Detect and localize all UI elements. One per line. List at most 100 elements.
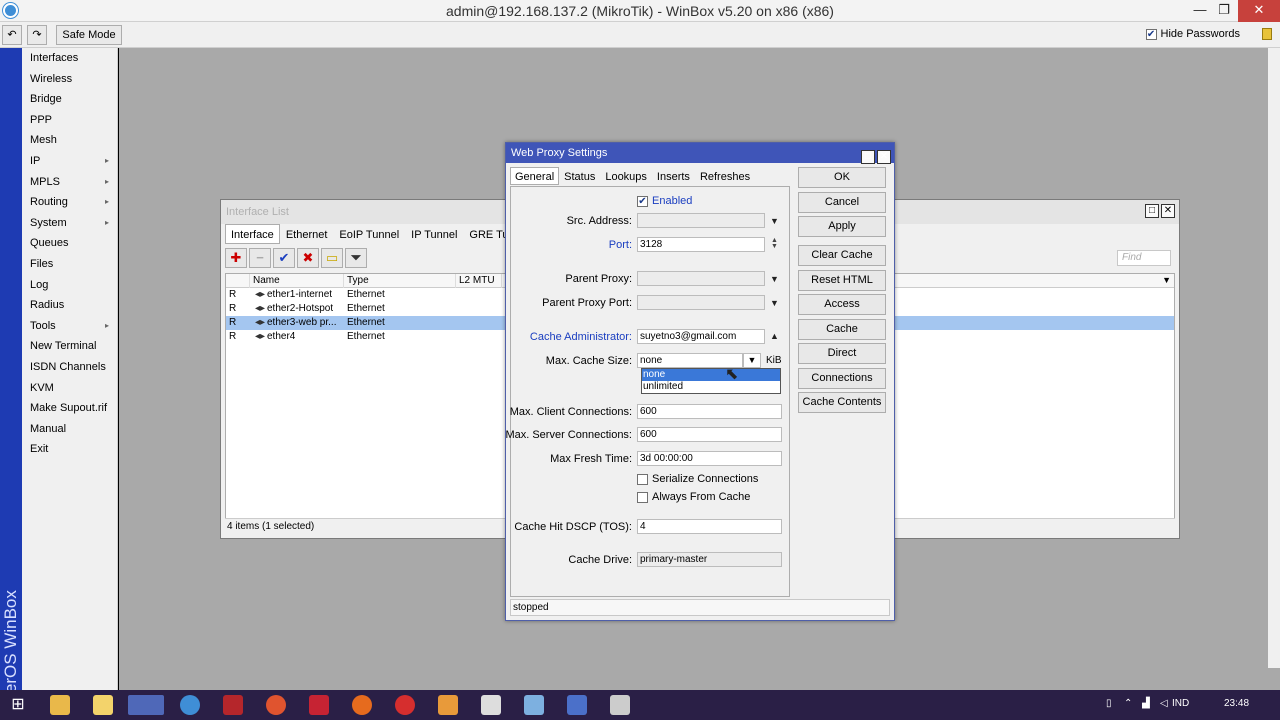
undo-button[interactable]: ↶ (2, 25, 22, 45)
sidebar-item-wireless[interactable]: Wireless (22, 69, 117, 90)
serialize-checkbox[interactable] (637, 473, 648, 485)
src-address-field[interactable] (637, 213, 765, 228)
ok-button[interactable]: OK (798, 167, 886, 188)
tab-inserts[interactable]: Inserts (652, 167, 695, 185)
firefox-icon[interactable] (352, 695, 372, 715)
folder-icon[interactable] (93, 695, 113, 715)
close-icon[interactable]: ✕ (877, 150, 891, 164)
sidebar-item-manual[interactable]: Manual (22, 419, 117, 440)
comment-icon[interactable]: ▭ (321, 248, 343, 268)
dropdown-arrow-icon[interactable]: ▼ (770, 274, 779, 284)
cache-drive-field[interactable]: primary-master (637, 552, 782, 567)
volume-icon[interactable]: ◁ (1160, 698, 1168, 709)
tab-ethernet[interactable]: Ethernet (280, 224, 334, 244)
col-flag[interactable] (226, 274, 250, 288)
direct-button[interactable]: Direct (798, 343, 886, 364)
hide-passwords-toggle[interactable]: ✔ Hide Passwords (1145, 28, 1240, 40)
sidebar-item-mesh[interactable]: Mesh (22, 130, 117, 151)
dropdown-arrow-icon[interactable]: ▼ (770, 216, 779, 226)
serialize-connections-toggle[interactable]: Serialize Connections (637, 473, 758, 485)
sidebar-item-interfaces[interactable]: Interfaces (22, 48, 117, 69)
cancel-button[interactable]: Cancel (798, 191, 886, 213)
sidebar-item-system[interactable]: System ▸ (22, 213, 117, 234)
dropdown-option-unlimited[interactable]: unlimited (642, 381, 780, 393)
close-button[interactable]: ✕ (1238, 0, 1280, 22)
port-field[interactable]: 3128 (637, 237, 765, 252)
maximize-button[interactable]: ❐ (1210, 0, 1238, 22)
opera-icon[interactable] (395, 695, 415, 715)
winbox-task-icon[interactable] (128, 695, 164, 715)
sidebar-item-queues[interactable]: Queues (22, 233, 117, 254)
apply-button[interactable]: Apply (798, 216, 886, 237)
safe-mode-button[interactable]: Safe Mode (56, 25, 122, 45)
cache-hit-dscp-field[interactable]: 4 (637, 519, 782, 534)
app-icon[interactable] (438, 695, 458, 715)
app-icon[interactable] (567, 695, 587, 715)
sidebar-item-ip[interactable]: IP ▸ (22, 151, 117, 172)
col-name[interactable]: Name (250, 274, 344, 288)
collapse-arrow-icon[interactable]: ▲ (770, 331, 779, 341)
app-icon[interactable] (266, 695, 286, 715)
app-icon[interactable] (223, 695, 243, 715)
chevron-up-icon[interactable]: ⌃ (1124, 698, 1132, 709)
restore-icon[interactable]: □ (1145, 204, 1159, 218)
cache-admin-field[interactable]: suyetno3@gmail.com (637, 329, 765, 344)
sidebar-item-isdn-channels[interactable]: ISDN Channels (22, 357, 117, 378)
tab-interface[interactable]: Interface (225, 224, 280, 244)
workspace-scrollbar[interactable] (1268, 48, 1280, 668)
clear-cache-button[interactable]: Clear Cache (798, 245, 886, 266)
column-dropdown-icon[interactable]: ▼ (1162, 275, 1171, 285)
sidebar-item-log[interactable]: Log (22, 275, 117, 296)
cache-button[interactable]: Cache (798, 318, 886, 340)
up-down-arrow-icon[interactable]: ▲ ▼ (771, 237, 778, 250)
parent-proxy-field[interactable] (637, 271, 765, 286)
restore-icon[interactable]: □ (861, 150, 875, 164)
sidebar-item-mpls[interactable]: MPLS ▸ (22, 172, 117, 193)
max-cache-size-dropdown-icon[interactable]: ▼ (743, 353, 761, 368)
sidebar-item-radius[interactable]: Radius (22, 295, 117, 316)
add-icon[interactable]: ✚ (225, 248, 247, 268)
hide-passwords-checkbox[interactable]: ✔ (1145, 28, 1157, 40)
app-icon[interactable] (524, 695, 544, 715)
sidebar-item-routing[interactable]: Routing ▸ (22, 192, 117, 213)
enabled-toggle[interactable]: ✔ Enabled (637, 195, 692, 207)
find-input[interactable]: Find (1117, 250, 1171, 266)
dropdown-arrow-icon[interactable]: ▼ (770, 298, 779, 308)
tab-refreshes[interactable]: Refreshes (695, 167, 755, 185)
tab-general[interactable]: General (510, 167, 560, 185)
sidebar-item-bridge[interactable]: Bridge (22, 89, 117, 110)
always-cache-checkbox[interactable] (637, 491, 648, 503)
signal-icon[interactable]: ▟ (1142, 698, 1150, 709)
max-client-conn-field[interactable]: 600 (637, 404, 782, 419)
sidebar-item-make-supout[interactable]: Make Supout.rif (22, 398, 117, 419)
app-icon[interactable] (610, 695, 630, 715)
app-icon[interactable] (309, 695, 329, 715)
reset-html-button[interactable]: Reset HTML (798, 269, 886, 291)
max-server-conn-field[interactable]: 600 (637, 427, 782, 442)
disable-icon[interactable]: ✖ (297, 248, 319, 268)
remove-icon[interactable]: − (249, 248, 271, 268)
sidebar-item-tools[interactable]: Tools ▸ (22, 316, 117, 337)
tab-ip-tunnel[interactable]: IP Tunnel (405, 224, 463, 244)
input-language[interactable]: IND (1172, 698, 1189, 709)
app-icon[interactable] (481, 695, 501, 715)
access-button[interactable]: Access (798, 294, 886, 315)
always-from-cache-toggle[interactable]: Always From Cache (637, 491, 750, 503)
filter-icon[interactable]: ⏷ (345, 248, 367, 268)
sidebar-item-new-terminal[interactable]: New Terminal (22, 336, 117, 357)
parent-proxy-port-field[interactable] (637, 295, 765, 310)
max-fresh-time-field[interactable]: 3d 00:00:00 (637, 451, 782, 466)
enable-icon[interactable]: ✔ (273, 248, 295, 268)
browser-icon[interactable] (180, 695, 200, 715)
close-icon[interactable]: ✕ (1161, 204, 1175, 218)
col-type[interactable]: Type (344, 274, 456, 288)
clock[interactable]: 23:48 (1224, 698, 1249, 709)
enabled-checkbox[interactable]: ✔ (637, 195, 648, 207)
windows-start-icon[interactable]: ⊞ (8, 695, 28, 715)
sidebar-item-ppp[interactable]: PPP (22, 110, 117, 131)
dropdown-option-none[interactable]: none (642, 369, 780, 381)
cache-contents-button[interactable]: Cache Contents (798, 392, 886, 413)
file-explorer-icon[interactable] (50, 695, 70, 715)
phone-icon[interactable]: ▯ (1106, 698, 1112, 709)
sidebar-item-exit[interactable]: Exit (22, 439, 117, 460)
